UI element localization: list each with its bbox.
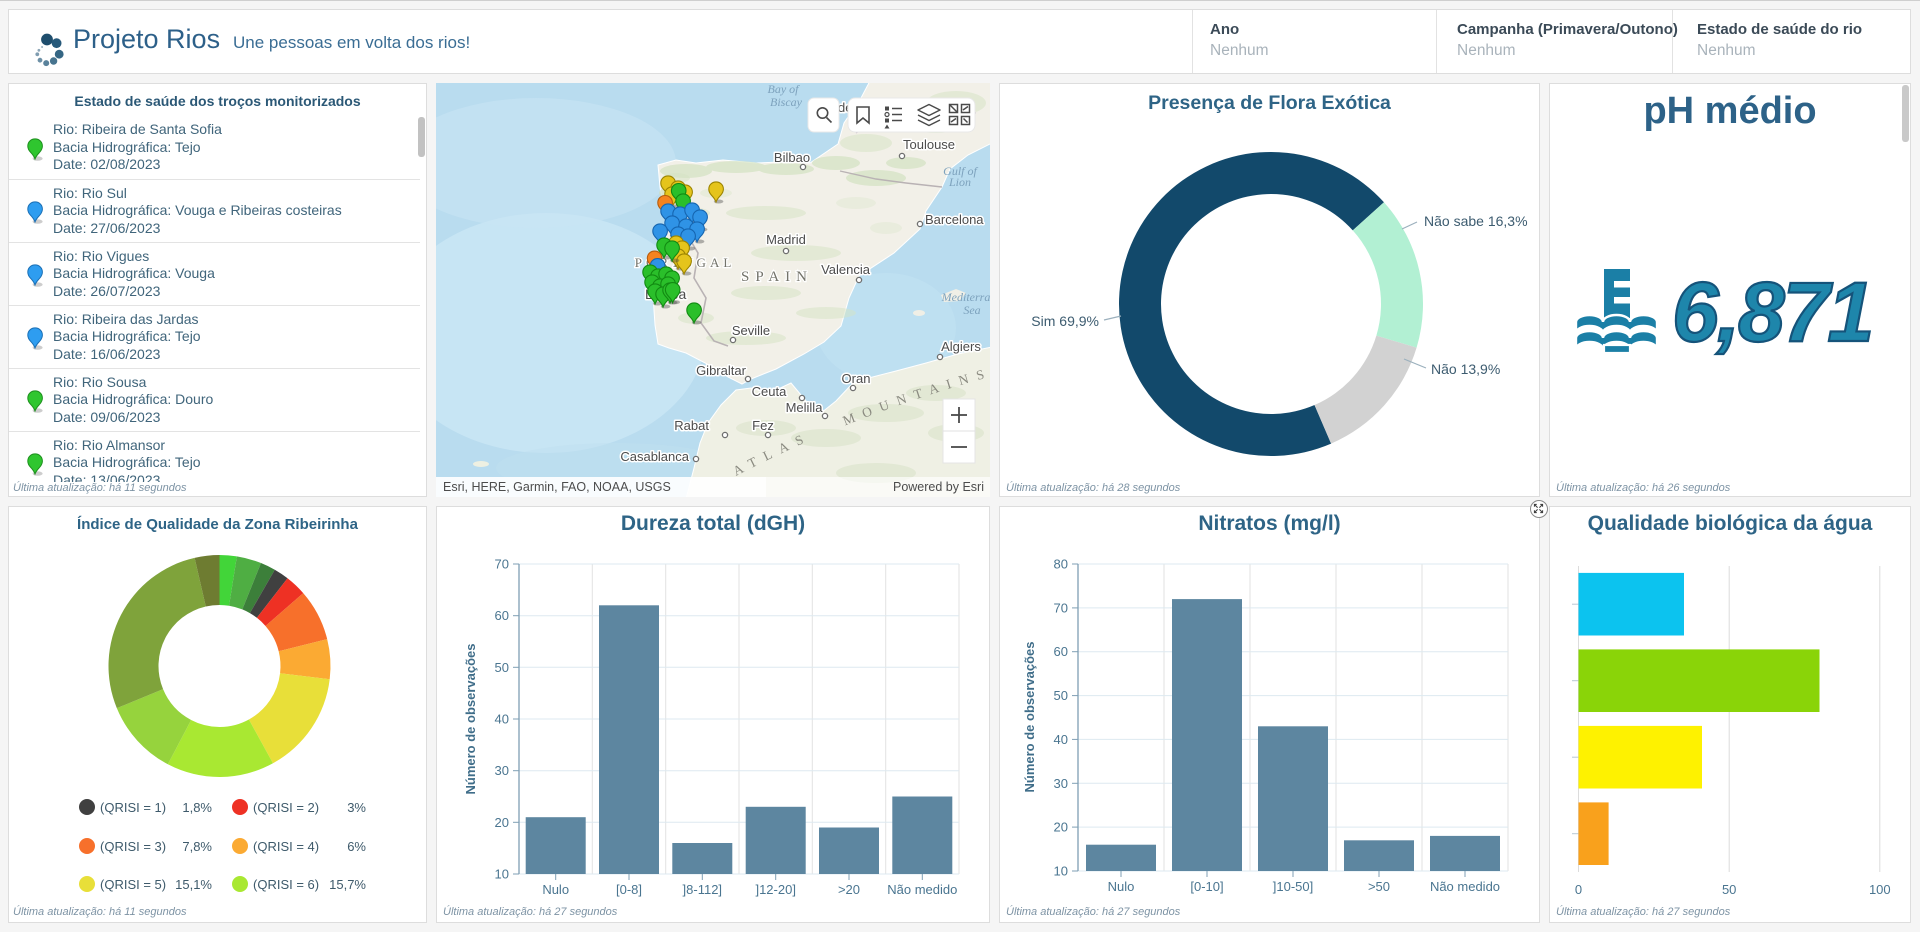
svg-text:Algiers: Algiers xyxy=(941,339,981,354)
svg-text:]10-50]: ]10-50] xyxy=(1273,879,1313,894)
svg-text:Melilla: Melilla xyxy=(786,400,824,415)
svg-text:Fez: Fez xyxy=(752,418,774,433)
svg-text:Nulo: Nulo xyxy=(1108,879,1135,894)
svg-text:Biscay: Biscay xyxy=(770,95,803,109)
svg-text:SPAIN: SPAIN xyxy=(741,269,813,285)
svg-text:Sim 69,9%: Sim 69,9% xyxy=(1031,313,1099,329)
svg-text:[0-8]: [0-8] xyxy=(616,882,642,897)
svg-text:50: 50 xyxy=(495,660,509,675)
svg-text:Madrid: Madrid xyxy=(766,232,806,247)
svg-text:(QRISI = 6): (QRISI = 6) xyxy=(253,877,319,892)
svg-text:Powered by Esri: Powered by Esri xyxy=(893,480,984,494)
svg-text:(QRISI = 3): (QRISI = 3) xyxy=(100,839,166,854)
svg-text:(QRISI = 2): (QRISI = 2) xyxy=(253,800,319,815)
svg-text:>20: >20 xyxy=(838,882,860,897)
svg-text:Número de observações: Número de observações xyxy=(1022,641,1037,792)
svg-text:Barcelona: Barcelona xyxy=(925,212,984,227)
svg-text:(QRISI = 1): (QRISI = 1) xyxy=(100,800,166,815)
svg-text:Gibraltar: Gibraltar xyxy=(696,363,747,378)
svg-text:20: 20 xyxy=(1054,820,1068,835)
svg-text:10: 10 xyxy=(1054,864,1068,879)
svg-text:[0-10]: [0-10] xyxy=(1190,879,1223,894)
svg-text:(QRISI = 4): (QRISI = 4) xyxy=(253,839,319,854)
svg-text:Valencia: Valencia xyxy=(821,262,871,277)
svg-text:6%: 6% xyxy=(347,839,366,854)
svg-text:Sea: Sea xyxy=(963,303,980,317)
svg-text:60: 60 xyxy=(1054,644,1068,659)
svg-text:Lion: Lion xyxy=(948,175,971,189)
svg-text:Mediterra: Mediterra xyxy=(941,290,990,304)
svg-text:Nulo: Nulo xyxy=(542,882,569,897)
svg-text:Rabat: Rabat xyxy=(674,418,709,433)
svg-text:80: 80 xyxy=(1054,557,1068,572)
svg-text:Esri, HERE, Garmin, FAO, NOAA,: Esri, HERE, Garmin, FAO, NOAA, USGS xyxy=(443,480,671,494)
svg-text:Não 13,9%: Não 13,9% xyxy=(1431,361,1500,377)
svg-text:Não sabe 16,3%: Não sabe 16,3% xyxy=(1424,213,1528,229)
svg-text:Casablanca: Casablanca xyxy=(620,449,689,464)
svg-text:50: 50 xyxy=(1054,688,1068,703)
svg-text:10: 10 xyxy=(495,867,509,882)
svg-text:]8-112]: ]8-112] xyxy=(683,882,723,897)
svg-text:Não medido: Não medido xyxy=(887,882,957,897)
svg-text:15,7%: 15,7% xyxy=(329,877,366,892)
svg-text:]12-20]: ]12-20] xyxy=(755,882,795,897)
svg-text:40: 40 xyxy=(1054,732,1068,747)
svg-text:15,1%: 15,1% xyxy=(175,877,212,892)
svg-text:Toulouse: Toulouse xyxy=(903,137,955,152)
svg-text:1,8%: 1,8% xyxy=(182,800,212,815)
svg-text:Seville: Seville xyxy=(732,323,770,338)
svg-text:70: 70 xyxy=(1054,600,1068,615)
svg-text:>50: >50 xyxy=(1368,879,1390,894)
svg-text:0: 0 xyxy=(1575,882,1582,897)
svg-text:40: 40 xyxy=(495,712,509,727)
svg-text:100: 100 xyxy=(1869,882,1891,897)
svg-text:60: 60 xyxy=(495,608,509,623)
svg-text:Oran: Oran xyxy=(842,371,871,386)
svg-text:Número de observações: Número de observações xyxy=(463,643,478,794)
svg-text:20: 20 xyxy=(495,815,509,830)
svg-text:Não medido: Não medido xyxy=(1430,879,1500,894)
svg-text:30: 30 xyxy=(1054,776,1068,791)
svg-text:Ceuta: Ceuta xyxy=(752,384,787,399)
svg-text:30: 30 xyxy=(495,763,509,778)
svg-text:3%: 3% xyxy=(347,800,366,815)
svg-text:7,8%: 7,8% xyxy=(182,839,212,854)
svg-text:Bilbao: Bilbao xyxy=(774,150,810,165)
svg-text:70: 70 xyxy=(495,557,509,572)
svg-text:50: 50 xyxy=(1722,882,1736,897)
svg-text:(QRISI = 5): (QRISI = 5) xyxy=(100,877,166,892)
